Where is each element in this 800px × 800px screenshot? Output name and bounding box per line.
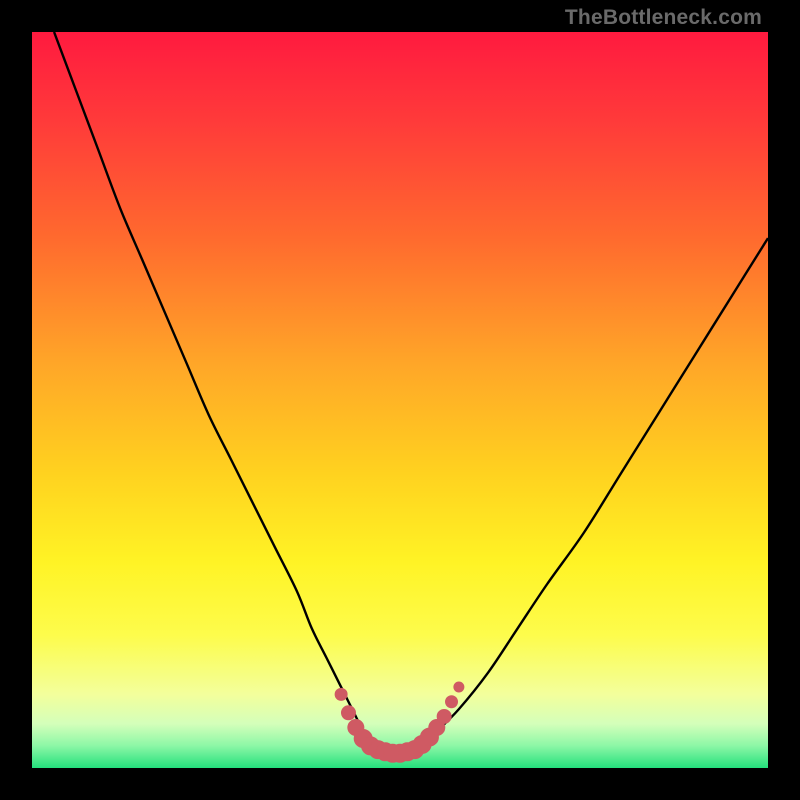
marker-dot bbox=[454, 682, 464, 692]
watermark-text: TheBottleneck.com bbox=[565, 6, 762, 30]
plot-background bbox=[32, 32, 768, 768]
chart-svg bbox=[32, 32, 768, 768]
marker-dot bbox=[446, 696, 458, 708]
marker-dot bbox=[437, 709, 451, 723]
marker-dot bbox=[335, 688, 347, 700]
chart-frame bbox=[32, 32, 768, 768]
marker-dot bbox=[341, 706, 355, 720]
